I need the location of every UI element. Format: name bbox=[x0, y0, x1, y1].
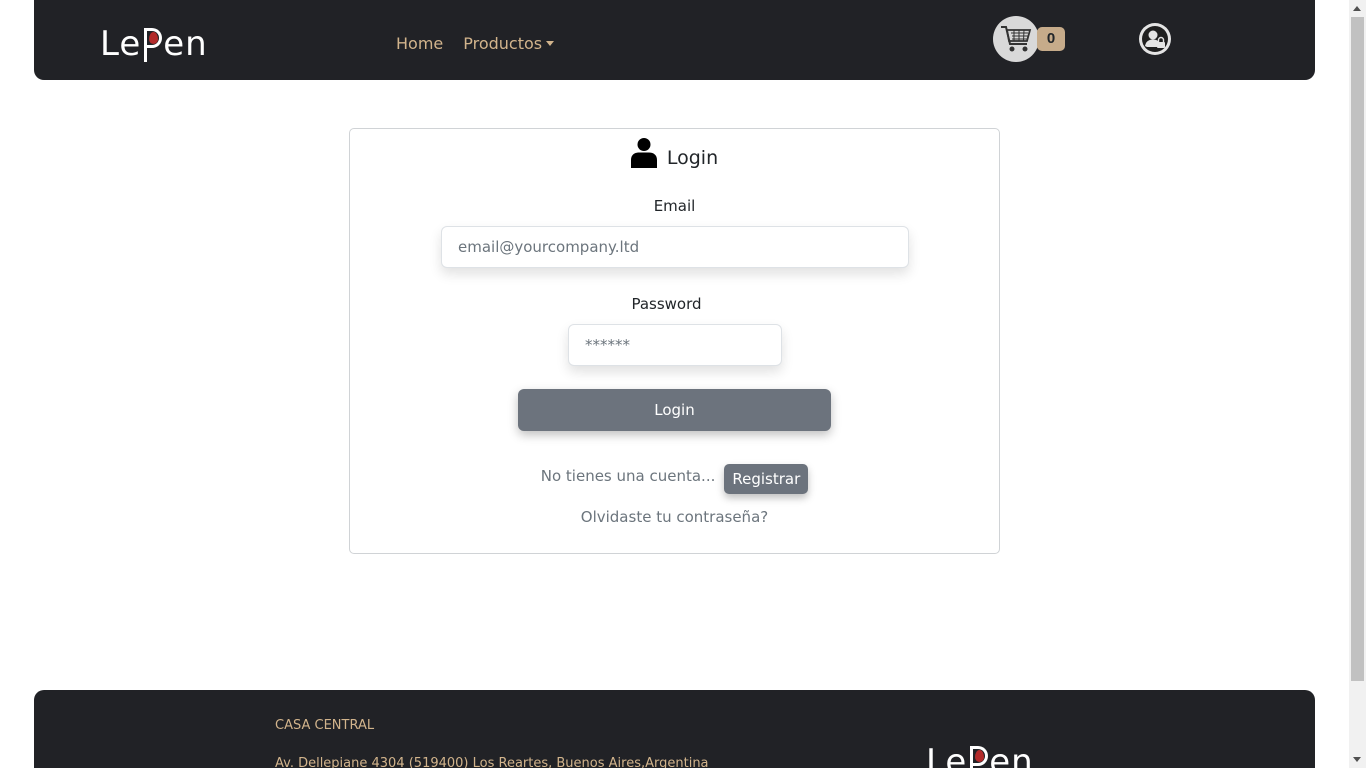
scroll-up-arrow-icon[interactable] bbox=[1353, 6, 1361, 11]
register-button[interactable]: Registrar bbox=[724, 464, 809, 494]
register-prompt: No tienes una cuenta... bbox=[540, 467, 716, 485]
nav-productos-dropdown[interactable]: Productos bbox=[463, 34, 555, 53]
cart-button[interactable] bbox=[993, 16, 1039, 62]
forgot-password-link[interactable]: Olvidaste tu contraseña? bbox=[350, 508, 999, 526]
email-field[interactable] bbox=[441, 226, 909, 268]
login-button[interactable]: Login bbox=[518, 389, 831, 431]
main-nav: Home Productos bbox=[396, 34, 555, 53]
login-card: Login Email Password Login No tienes una… bbox=[349, 128, 1000, 554]
nav-home-link[interactable]: Home bbox=[396, 34, 443, 53]
footer-heading: CASA CENTRAL bbox=[275, 718, 375, 733]
vertical-scrollbar[interactable] bbox=[1349, 0, 1366, 768]
logo-text-right: en bbox=[163, 24, 208, 64]
site-footer: CASA CENTRAL Av. Dellepiane 4304 (519400… bbox=[34, 690, 1315, 768]
cart-count-badge: 0 bbox=[1037, 27, 1065, 51]
footer-logo-text-right: en bbox=[989, 742, 1034, 768]
user-icon bbox=[630, 138, 657, 168]
password-label: Password bbox=[631, 295, 702, 313]
scroll-down-arrow-icon[interactable] bbox=[1353, 757, 1361, 762]
user-lock-icon bbox=[1142, 26, 1168, 52]
caret-down-icon bbox=[546, 41, 555, 46]
top-navbar: Le en Home Productos 0 bbox=[34, 0, 1315, 80]
footer-logo-flame-mark bbox=[967, 744, 989, 768]
password-field[interactable] bbox=[568, 324, 782, 366]
footer-logo[interactable]: Le en bbox=[926, 742, 1034, 768]
email-label: Email bbox=[653, 197, 696, 215]
login-header: Login bbox=[350, 137, 999, 169]
login-title: Login bbox=[666, 147, 719, 169]
nav-productos-label: Productos bbox=[463, 34, 543, 53]
footer-address: Av. Dellepiane 4304 (519400) Los Reartes… bbox=[275, 756, 709, 768]
brand-logo[interactable]: Le en bbox=[100, 22, 208, 66]
scrollbar-thumb[interactable] bbox=[1351, 17, 1364, 681]
logo-text-left: Le bbox=[100, 24, 142, 64]
footer-logo-text-left: Le bbox=[926, 742, 968, 768]
user-account-button[interactable] bbox=[1139, 23, 1171, 55]
shopping-cart-icon bbox=[1001, 26, 1032, 52]
logo-flame-mark bbox=[141, 26, 163, 62]
register-row: No tienes una cuenta... Registrar bbox=[350, 463, 999, 494]
